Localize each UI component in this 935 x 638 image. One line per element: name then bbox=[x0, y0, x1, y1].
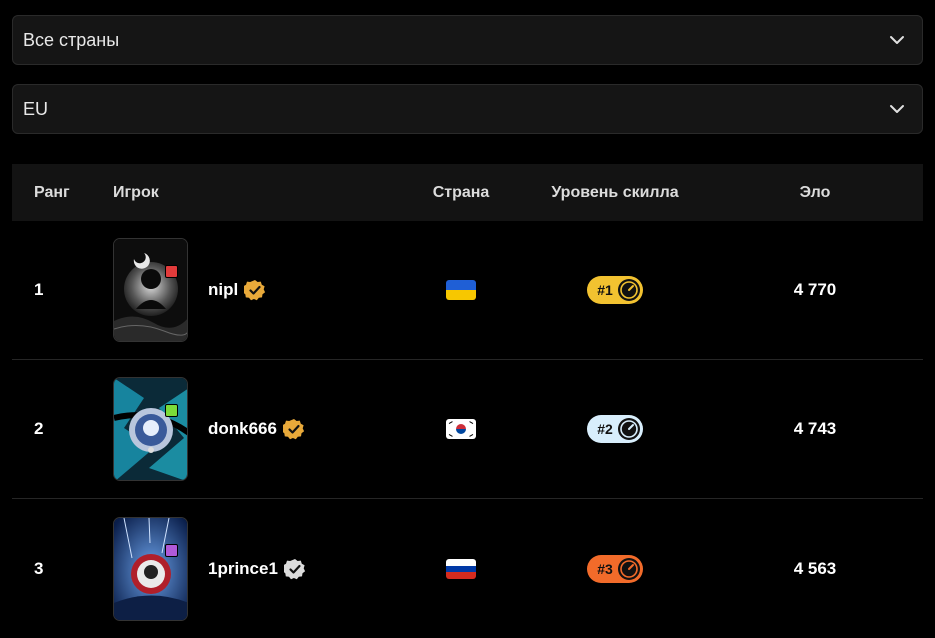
table-row[interactable]: 2 donk666 #2 4 743 bbox=[12, 360, 923, 499]
country-select[interactable]: Все страны bbox=[12, 15, 923, 65]
player-name-text: 1prince1 bbox=[208, 558, 278, 578]
rank-cell: 1 bbox=[34, 280, 44, 299]
player-name-text: donk666 bbox=[208, 419, 277, 438]
header-rank: Ранг bbox=[34, 183, 70, 201]
avatar-badge bbox=[165, 404, 178, 417]
elo-cell: 4 743 bbox=[793, 419, 837, 438]
south-korea-flag-icon bbox=[446, 419, 476, 439]
rank-cell: 2 bbox=[34, 419, 44, 438]
header-country: Страна bbox=[432, 183, 490, 201]
table-header: Ранг Игрок Страна Уровень скилла Эло bbox=[12, 164, 923, 221]
verified-badge-icon bbox=[283, 558, 306, 579]
skill-level-text: #3 bbox=[597, 560, 613, 577]
elo-cell: 4 770 bbox=[793, 280, 837, 299]
header-player: Игрок bbox=[113, 183, 159, 201]
avatar[interactable] bbox=[113, 516, 188, 621]
skill-level-badge[interactable]: #3 bbox=[587, 554, 643, 583]
avatar[interactable] bbox=[113, 238, 188, 342]
chevron-down-icon bbox=[890, 105, 904, 113]
rank-cell: 3 bbox=[34, 558, 44, 578]
player-name-text: nipl bbox=[208, 280, 239, 299]
country-select-value: Все страны bbox=[23, 29, 120, 50]
ukraine-flag-icon bbox=[446, 280, 476, 300]
skill-level-badge[interactable]: #1 bbox=[587, 276, 643, 304]
speedometer-icon bbox=[617, 418, 640, 440]
region-select-value: EU bbox=[23, 98, 49, 119]
region-select[interactable]: EU bbox=[12, 84, 923, 134]
verified-badge-icon bbox=[244, 280, 266, 301]
verified-badge-icon bbox=[282, 419, 305, 440]
player-name[interactable]: donk666 bbox=[208, 418, 305, 440]
avatar-badge bbox=[165, 543, 178, 557]
player-name[interactable]: nipl bbox=[208, 279, 266, 301]
table-row[interactable]: 3 1prince1 #3 4 563 bbox=[12, 499, 923, 638]
speedometer-icon bbox=[617, 279, 640, 301]
russia-flag-icon bbox=[446, 558, 476, 579]
chevron-down-icon bbox=[890, 36, 904, 44]
speedometer-icon bbox=[617, 557, 640, 580]
skill-level-text: #2 bbox=[597, 421, 613, 437]
elo-cell: 4 563 bbox=[793, 558, 837, 578]
table-row[interactable]: 1 nipl #1 4 770 bbox=[12, 221, 923, 360]
player-name[interactable]: 1prince1 bbox=[208, 558, 306, 580]
skill-level-badge[interactable]: #2 bbox=[587, 415, 643, 443]
header-skill: Уровень скилла bbox=[551, 183, 679, 201]
header-elo: Эло bbox=[799, 183, 831, 201]
avatar-badge bbox=[165, 265, 178, 278]
avatar[interactable] bbox=[113, 377, 188, 481]
leaderboard-table: Ранг Игрок Страна Уровень скилла Эло 1 n… bbox=[12, 164, 923, 638]
skill-level-text: #1 bbox=[597, 282, 613, 298]
